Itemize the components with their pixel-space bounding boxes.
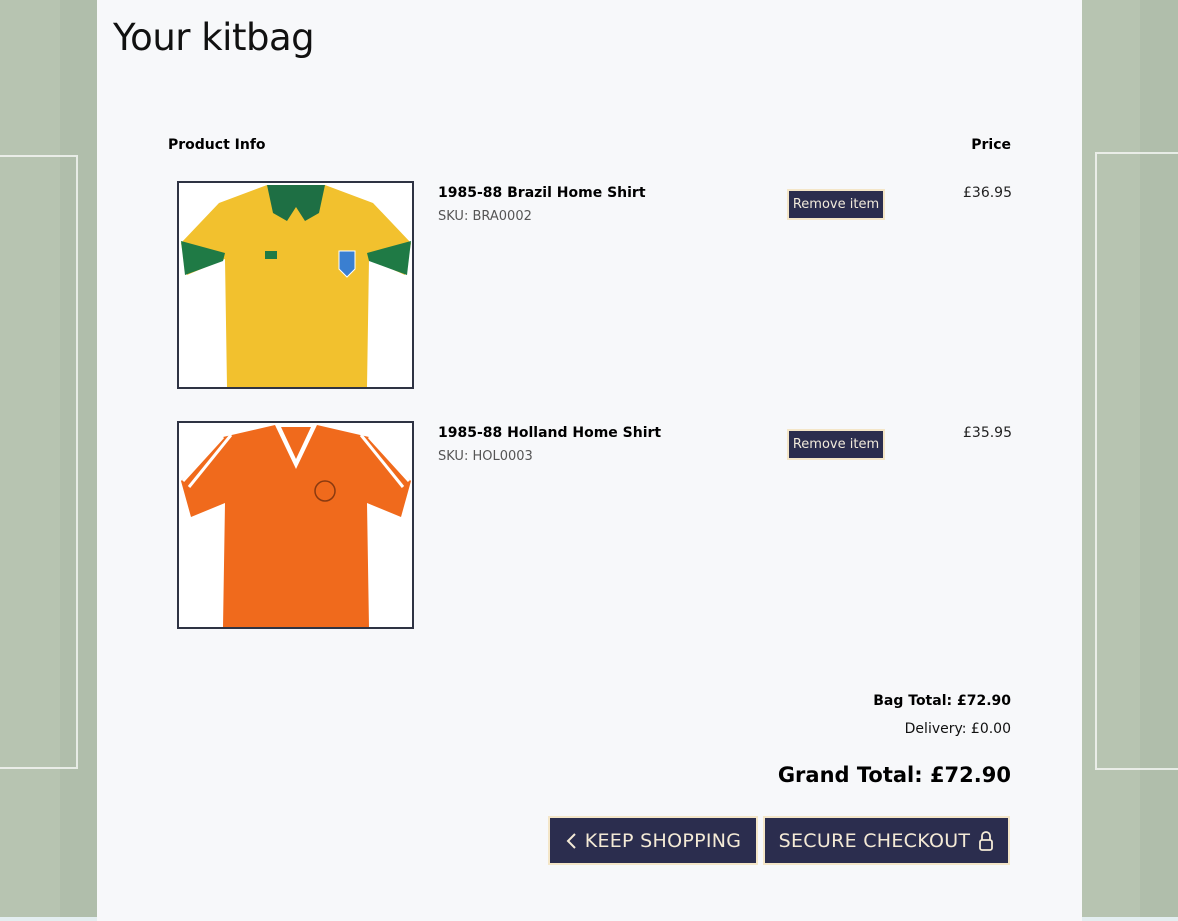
product-name[interactable]: 1985-88 Holland Home Shirt <box>438 425 661 441</box>
chevron-left-icon <box>566 832 576 849</box>
product-sku: SKU: HOL0003 <box>438 449 533 464</box>
remove-item-button[interactable]: Remove item <box>787 189 885 220</box>
keep-shopping-button[interactable]: KEEP SHOPPING <box>548 816 758 865</box>
page-title: Your kitbag <box>113 16 315 59</box>
pitch-line-right-box <box>1095 152 1178 770</box>
holland-shirt-icon <box>181 425 411 627</box>
bag-item: 1985-88 Holland Home Shirt SKU: HOL0003 … <box>177 421 1012 631</box>
product-sku: SKU: BRA0002 <box>438 209 532 224</box>
kitbag-panel: Your kitbag Product Info Price 1985-88 B… <box>97 0 1082 921</box>
item-price: £36.95 <box>963 185 1012 201</box>
secure-checkout-button[interactable]: SECURE CHECKOUT <box>763 816 1010 865</box>
price-header: Price <box>971 137 1011 153</box>
bag-item: 1985-88 Brazil Home Shirt SKU: BRA0002 R… <box>177 181 1012 391</box>
item-price: £35.95 <box>963 425 1012 441</box>
brazil-shirt-icon <box>181 185 411 387</box>
product-name[interactable]: 1985-88 Brazil Home Shirt <box>438 185 646 201</box>
product-image-brazil-shirt[interactable] <box>177 181 414 389</box>
remove-item-button[interactable]: Remove item <box>787 429 885 460</box>
keep-shopping-label: KEEP SHOPPING <box>584 829 742 852</box>
pitch-line-left-box <box>0 155 78 769</box>
lock-icon <box>979 830 994 851</box>
product-info-header: Product Info <box>168 137 266 153</box>
delivery-cost: Delivery: £0.00 <box>904 721 1011 737</box>
grand-total: Grand Total: £72.90 <box>777 763 1011 787</box>
product-image-holland-shirt[interactable] <box>177 421 414 629</box>
bag-total: Bag Total: £72.90 <box>873 693 1011 709</box>
secure-checkout-label: SECURE CHECKOUT <box>778 829 971 852</box>
